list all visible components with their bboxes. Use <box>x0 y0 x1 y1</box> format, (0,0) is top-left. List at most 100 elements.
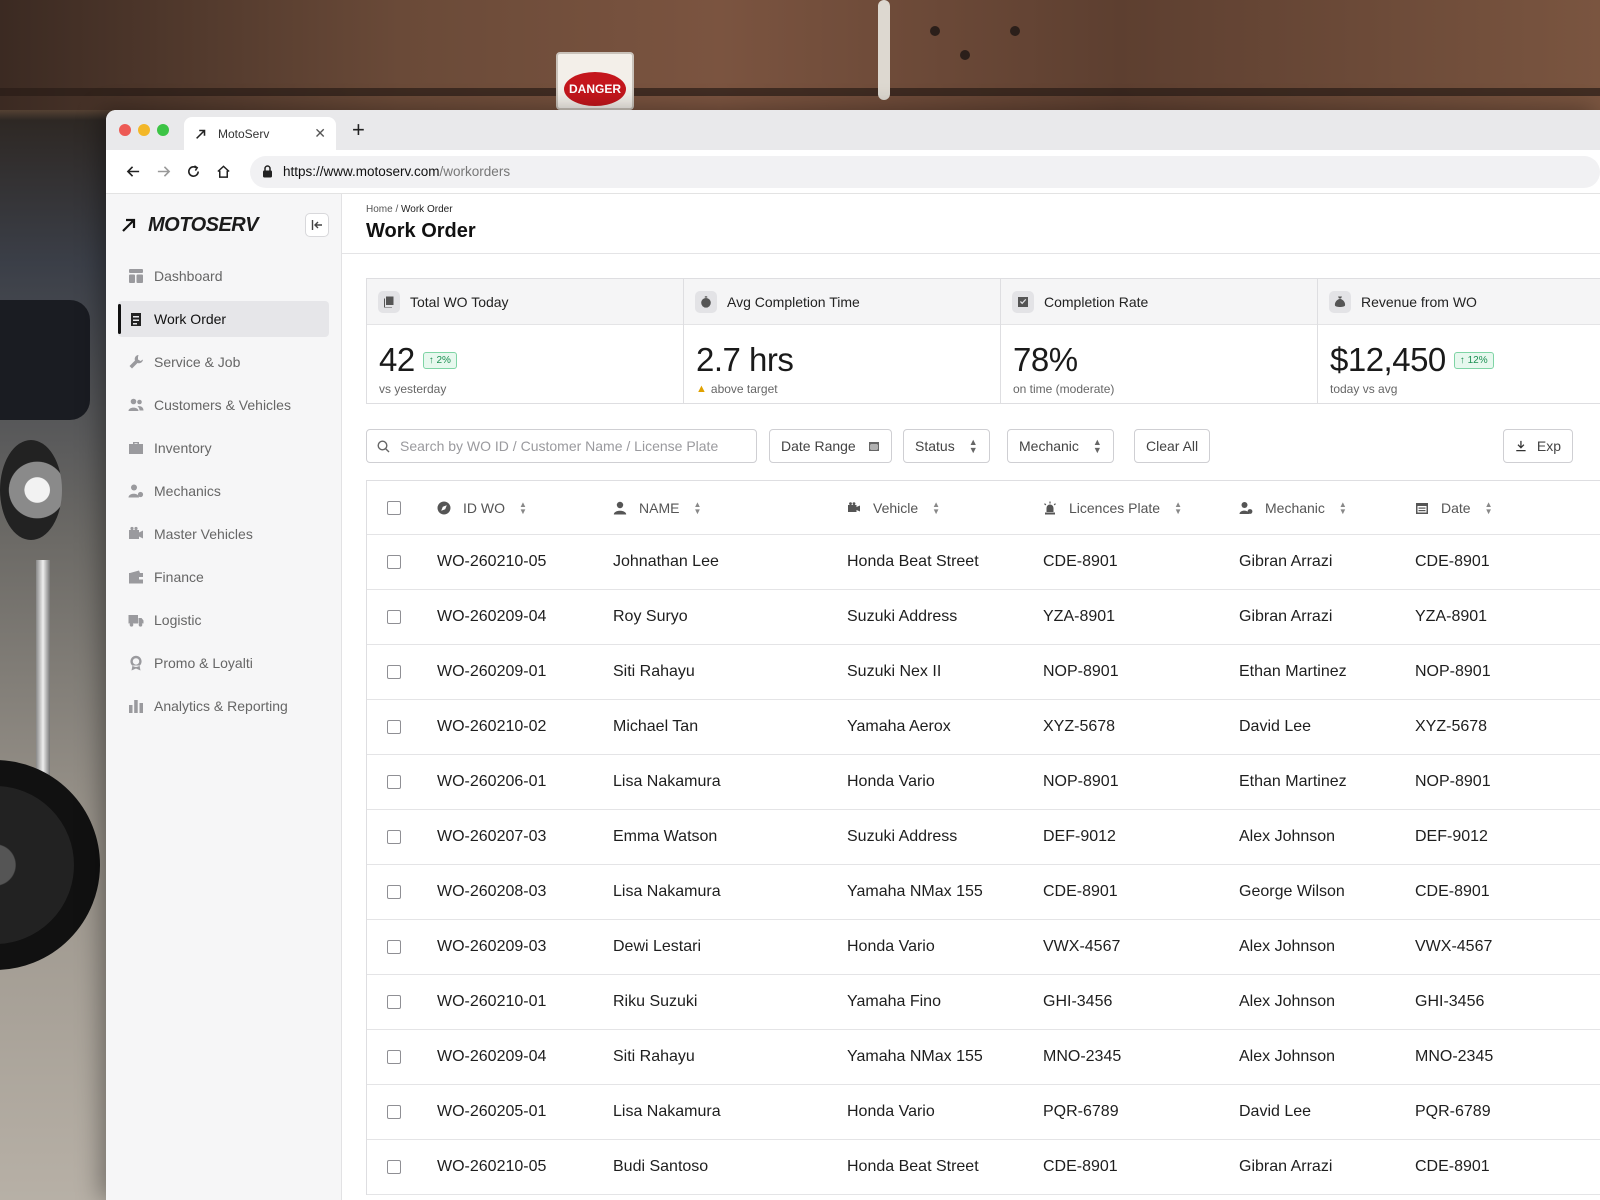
table-row[interactable]: WO-260209-03 Dewi Lestari Honda Vario VWX-4… <box>367 920 1600 975</box>
table-row[interactable]: WO-260209-04 Roy Suryo Suzuki Address YZA-8… <box>367 590 1600 645</box>
column-header-mechanic[interactable]: Mechanic ▲ ▼ <box>1239 500 1415 516</box>
back-button[interactable] <box>118 157 148 187</box>
sidebar-item-label: Promo & Loyalti <box>154 655 253 671</box>
reload-button[interactable] <box>178 157 208 187</box>
collapse-left-icon <box>311 220 322 230</box>
row-checkbox[interactable] <box>387 1050 401 1064</box>
motorcycle-headlamp <box>0 440 62 540</box>
download-icon <box>1516 440 1526 452</box>
sort-icon[interactable]: ▲ ▼ <box>693 500 701 515</box>
close-window-button[interactable] <box>119 124 131 136</box>
column-header-plate[interactable]: Licences Plate ▲ ▼ <box>1043 500 1239 516</box>
table-row[interactable]: WO-260205-01 Lisa Nakamura Honda Vario PQR-… <box>367 1085 1600 1140</box>
select-all-checkbox[interactable] <box>387 500 401 515</box>
sort-icon[interactable]: ▲ ▼ <box>1174 500 1182 515</box>
export-button[interactable]: Exp <box>1503 429 1573 463</box>
cell-vehicle: Yamaha NMax 155 <box>847 1048 983 1065</box>
sidebar-item-promo-loyalti[interactable]: Promo & Loyalti <box>118 645 329 681</box>
sidebar-item-inventory[interactable]: Inventory <box>118 430 329 466</box>
cell-date: VWX-4567 <box>1415 938 1493 955</box>
stat-card-avg-completion: Avg Completion Time 2.7 hrs ▲ above targe… <box>683 278 1001 404</box>
search-icon <box>377 439 390 452</box>
row-checkbox-cell <box>367 1105 437 1119</box>
column-label: Licences Plate <box>1069 499 1161 516</box>
row-checkbox[interactable] <box>387 720 401 734</box>
cell-date: GHI-3456 <box>1415 993 1485 1010</box>
url-field[interactable]: https://www.motoserv.com/workorders <box>250 155 1600 188</box>
sort-icon[interactable]: ▲ ▼ <box>1339 500 1347 515</box>
close-tab-icon[interactable]: ✕ <box>314 125 326 142</box>
sidebar-item-dashboard[interactable]: Dashboard <box>118 258 329 294</box>
cell-mechanic: Ethan Martinez <box>1239 663 1347 680</box>
column-header-id[interactable]: ID WO ▲ ▼ <box>437 500 613 516</box>
table-row[interactable]: WO-260210-05 Budi Santoso Honda Beat Stree… <box>367 1140 1600 1195</box>
sidebar-item-analytics-reporting[interactable]: Analytics & Reporting <box>118 688 329 724</box>
main-content: Home / Work Order Work Order Total WO To… <box>342 194 1600 1200</box>
table-row[interactable]: WO-260210-05 Johnathan Lee Honda Beat Stre… <box>367 535 1600 590</box>
sidebar-item-service-job[interactable]: Service & Job <box>118 344 329 380</box>
wallet-icon <box>129 570 143 584</box>
column-label: Vehicle <box>873 499 919 516</box>
row-checkbox[interactable] <box>387 995 401 1009</box>
minimize-window-button[interactable] <box>138 124 150 136</box>
row-checkbox[interactable] <box>387 665 401 679</box>
ceiling-beam <box>0 0 1600 110</box>
table-row[interactable]: WO-260210-02 Michael Tan Yamaha Aerox XYZ-5… <box>367 700 1600 755</box>
cell-license-plate: GHI-3456 <box>1043 993 1113 1010</box>
row-checkbox[interactable] <box>387 1105 401 1119</box>
collapse-sidebar-button[interactable] <box>305 213 329 237</box>
sidebar-item-customers-vehicles[interactable]: Customers & Vehicles <box>118 387 329 423</box>
sidebar-item-master-vehicles[interactable]: Master Vehicles <box>118 516 329 552</box>
forward-button[interactable] <box>148 157 178 187</box>
sort-icon[interactable]: ▲ ▼ <box>1485 500 1493 515</box>
date-range-button[interactable]: Date Range <box>769 429 892 463</box>
table-row[interactable]: WO-260209-04 Siti Rahayu Yamaha NMax 155 MN… <box>367 1030 1600 1085</box>
status-dropdown[interactable]: Status ▲ ▼ <box>903 429 990 463</box>
mechanic-dropdown[interactable]: Mechanic ▲ ▼ <box>1007 429 1114 463</box>
search-box[interactable] <box>366 429 757 463</box>
cell-mechanic: Alex Johnson <box>1239 993 1336 1010</box>
search-input[interactable] <box>400 438 756 454</box>
column-header-name[interactable]: NAME ▲ ▼ <box>613 500 847 516</box>
breadcrumb-home-link[interactable]: Home <box>366 204 393 215</box>
sidebar-item-logistic[interactable]: Logistic <box>118 602 329 638</box>
cell-license-plate: XYZ-5678 <box>1043 718 1116 735</box>
new-tab-button[interactable]: + <box>352 119 365 141</box>
cell-vehicle: Honda Vario <box>847 773 935 790</box>
column-header-vehicle[interactable]: Vehicle ▲ ▼ <box>847 500 1043 516</box>
breadcrumb: Home / Work Order <box>366 204 1600 215</box>
row-checkbox[interactable] <box>387 940 401 954</box>
sidebar-item-finance[interactable]: Finance <box>118 559 329 595</box>
cell-vehicle: Honda Vario <box>847 1103 935 1120</box>
table-row[interactable]: WO-260210-01 Riku Suzuki Yamaha Fino GHI-34… <box>367 975 1600 1030</box>
motoserv-logo-icon <box>122 218 136 232</box>
row-checkbox-cell <box>367 995 437 1009</box>
row-checkbox[interactable] <box>387 555 401 569</box>
card-value: $12,450 <box>1330 341 1446 378</box>
row-checkbox[interactable] <box>387 1160 401 1174</box>
card-value: 2.7 hrs <box>696 341 794 378</box>
home-button[interactable] <box>208 157 238 187</box>
row-checkbox[interactable] <box>387 885 401 899</box>
table-row[interactable]: WO-260208-03 Lisa Nakamura Yamaha NMax 155… <box>367 865 1600 920</box>
clear-all-button[interactable]: Clear All <box>1134 429 1211 463</box>
browser-tab[interactable]: MotoServ ✕ <box>184 117 336 150</box>
cell-license-plate: DEF-9012 <box>1043 828 1116 845</box>
card-subtext: above target <box>710 382 778 396</box>
table-row[interactable]: WO-260209-01 Siti Rahayu Suzuki Nex II NOP-… <box>367 645 1600 700</box>
sort-icon[interactable]: ▲ ▼ <box>932 500 940 515</box>
row-checkbox[interactable] <box>387 830 401 844</box>
maximize-window-button[interactable] <box>157 124 169 136</box>
user-icon <box>613 501 627 514</box>
table-row[interactable]: WO-260207-03 Emma Watson Suzuki Address DEF… <box>367 810 1600 865</box>
row-checkbox[interactable] <box>387 610 401 624</box>
sidebar-item-mechanics[interactable]: Mechanics <box>118 473 329 509</box>
mechanic-label: Mechanic <box>1019 438 1079 454</box>
row-checkbox[interactable] <box>387 775 401 789</box>
sort-icon[interactable]: ▲ ▼ <box>519 500 527 515</box>
table-row[interactable]: WO-260206-01 Lisa Nakamura Honda Vario NOP-… <box>367 755 1600 810</box>
sidebar-item-work-order[interactable]: Work Order <box>118 301 329 337</box>
card-body: 42 ↑ 2% vs yesterday <box>367 325 683 396</box>
column-header-date[interactable]: Date ▲ ▼ <box>1415 500 1585 516</box>
cell-vehicle: Honda Vario <box>847 938 935 955</box>
